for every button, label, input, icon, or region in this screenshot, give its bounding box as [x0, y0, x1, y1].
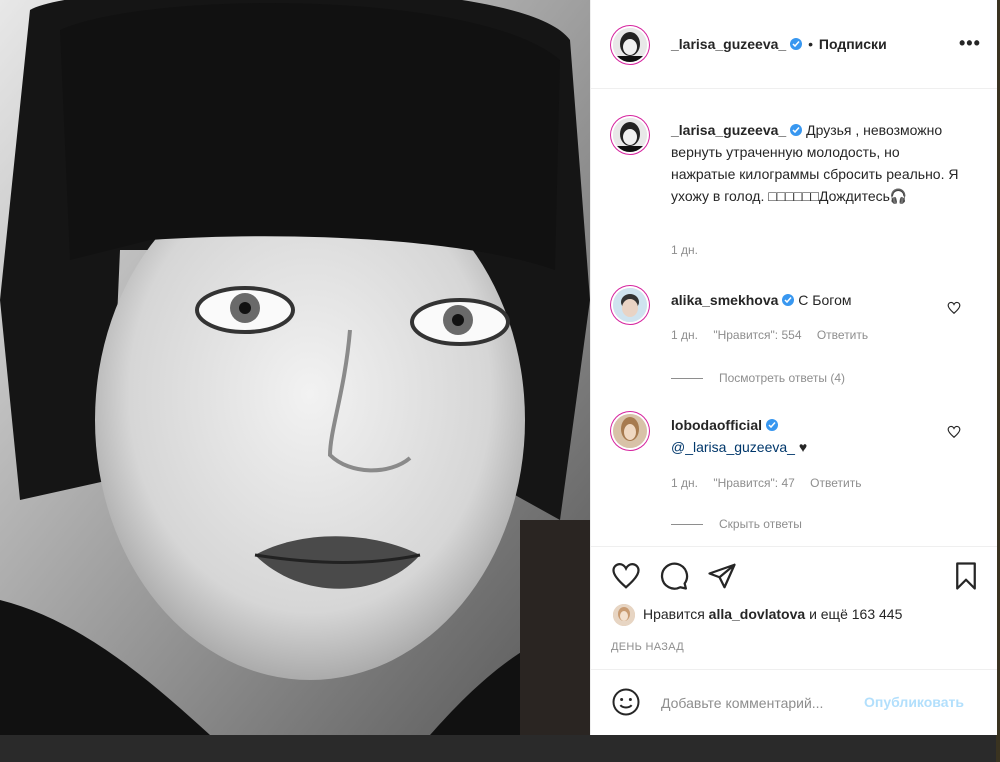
replies-divider [671, 378, 703, 380]
comment: alika_smekhova С Богом [671, 289, 971, 311]
following-button[interactable]: Подписки [819, 36, 887, 52]
comment-avatar[interactable] [613, 288, 647, 322]
mention-link[interactable]: @_larisa_guzeeva_ [671, 439, 795, 455]
comment-avatar[interactable] [613, 414, 647, 448]
author-avatar[interactable] [613, 28, 647, 62]
view-replies-label: Посмотреть ответы (4) [719, 371, 846, 385]
likes-summary: Нравится alla_dovlatova и ещё 163 445 [643, 606, 902, 622]
comment-like-icon[interactable] [947, 425, 961, 439]
caption-time[interactable]: 1 дн. [671, 243, 698, 257]
comment-icon[interactable] [659, 561, 689, 591]
post-time[interactable]: ДЕНЬ НАЗАД [611, 641, 684, 653]
comment-author[interactable]: lobodaofficial [671, 417, 762, 433]
post-actions: Нравится alla_dovlatova и ещё 163 445 ДЕ… [591, 546, 997, 667]
liker-avatar[interactable] [613, 604, 635, 626]
caption: _larisa_guzeeva_ Друзья , невозможно вер… [671, 119, 961, 207]
comment-body: @_larisa_guzeeva_ ♥ [671, 436, 971, 458]
comment-likes[interactable]: "Нравится": 554 [713, 328, 801, 342]
comment-like-icon[interactable] [947, 301, 961, 315]
verified-icon [782, 294, 795, 306]
header-user: _larisa_guzeeva_ • Подписки [671, 36, 887, 52]
caption-author[interactable]: _larisa_guzeeva_ [671, 122, 786, 138]
comment-time[interactable]: 1 дн. [671, 476, 698, 490]
view-replies-button[interactable]: Посмотреть ответы (4) [671, 371, 845, 385]
separator: • [808, 36, 813, 52]
liker-username[interactable]: alla_dovlatova [709, 606, 806, 622]
comment-input[interactable] [659, 691, 859, 715]
comment: lobodaofficial [671, 414, 971, 436]
caption-avatar[interactable] [613, 118, 647, 152]
share-icon[interactable] [707, 561, 737, 591]
comment-meta: 1 дн. "Нравится": 554 Ответить [671, 328, 880, 342]
comment-meta: 1 дн. "Нравится": 47 Ответить [671, 476, 873, 490]
reply-button[interactable]: Ответить [810, 476, 861, 490]
post-photo[interactable] [0, 0, 590, 735]
bottom-strip [0, 735, 1000, 762]
replies-divider [671, 524, 703, 526]
caption-meta: 1 дн. [671, 243, 710, 257]
reply-button[interactable]: Ответить [817, 328, 868, 342]
post-header: _larisa_guzeeva_ • Подписки ••• [591, 0, 997, 89]
comment-time[interactable]: 1 дн. [671, 328, 698, 342]
verified-icon [766, 419, 778, 431]
bookmark-icon[interactable] [951, 561, 981, 591]
publish-button[interactable]: Опубликовать [864, 694, 964, 710]
verified-icon [790, 38, 803, 50]
more-options-icon[interactable]: ••• [959, 34, 981, 52]
add-comment-bar: Опубликовать [591, 669, 997, 736]
heart-icon[interactable] [611, 561, 641, 591]
comments-list: _larisa_guzeeva_ Друзья , невозможно вер… [591, 89, 997, 545]
emoji-icon[interactable] [611, 687, 641, 717]
post-panel: _larisa_guzeeva_ • Подписки ••• _larisa_… [590, 0, 997, 735]
hide-replies-button[interactable]: Скрыть ответы [671, 517, 802, 531]
heart-emoji: ♥ [798, 439, 808, 455]
comment-author[interactable]: alika_smekhova [671, 292, 778, 308]
likes-count[interactable]: и ещё 163 445 [809, 606, 902, 622]
verified-icon [790, 124, 803, 136]
comment-text: С Богом [798, 292, 852, 308]
comment-likes[interactable]: "Нравится": 47 [713, 476, 795, 490]
author-username[interactable]: _larisa_guzeeva_ [671, 36, 786, 52]
hide-replies-label: Скрыть ответы [719, 517, 802, 531]
likes-prefix: Нравится [643, 606, 705, 622]
